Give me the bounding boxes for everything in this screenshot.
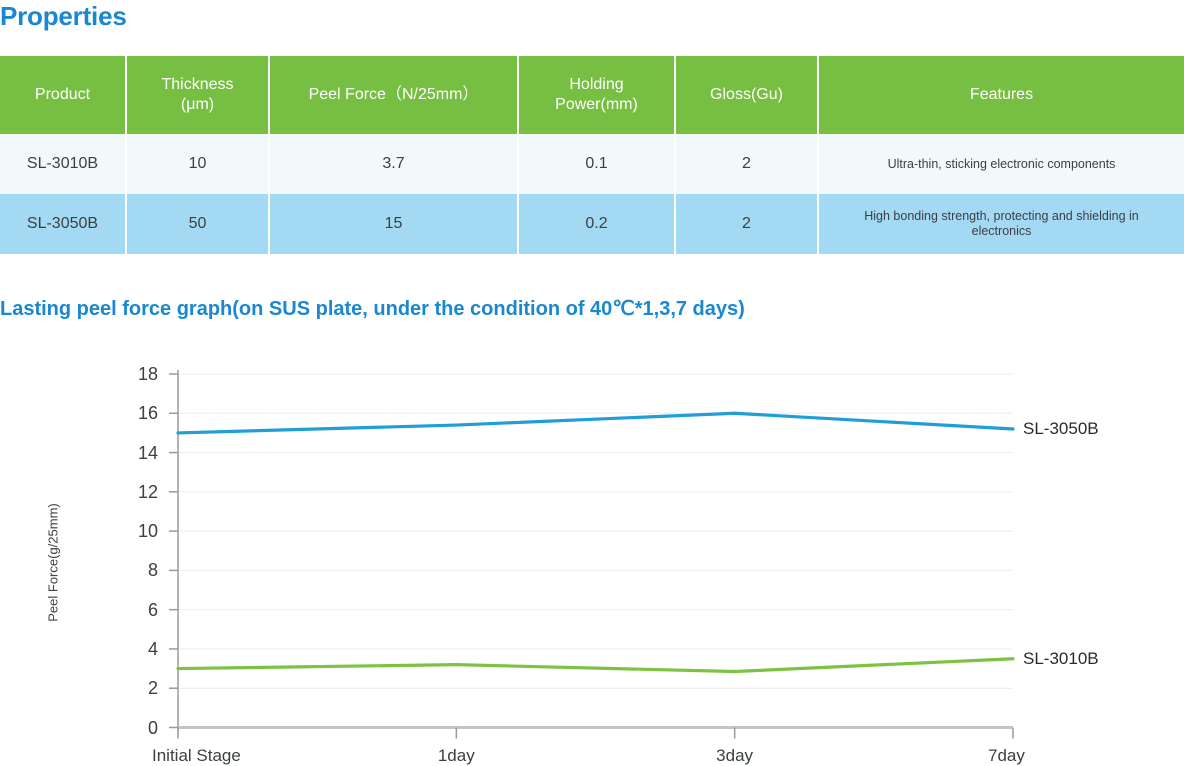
- x-axis-tick-label: 1day: [438, 746, 475, 766]
- cell-features: Ultra-thin, sticking electronic componen…: [818, 134, 1184, 194]
- column-header-thickness-line2: (μm): [181, 96, 214, 113]
- column-header-gloss-line1: Gloss(Gu): [710, 86, 783, 103]
- cell-gloss: 2: [675, 194, 818, 254]
- cell-thickness: 10: [126, 134, 269, 194]
- column-header-product: Product: [0, 56, 126, 134]
- cell-peel-force: 15: [269, 194, 518, 254]
- cell-thickness: 50: [126, 194, 269, 254]
- column-header-thickness-line1: Thickness: [161, 76, 233, 93]
- y-axis-tick-label: 10: [118, 522, 158, 540]
- x-axis-tick-label: Initial Stage: [152, 746, 241, 766]
- y-axis-tick-label: 14: [118, 444, 158, 462]
- column-header-product-line1: Product: [35, 86, 90, 103]
- y-axis-tick-label: 6: [118, 601, 158, 619]
- y-axis-tick-label: 16: [118, 404, 158, 422]
- column-header-holding-power: Holding Power(mm): [518, 56, 675, 134]
- peel-force-chart: Peel Force(g/25mm) 024681012141618 Initi…: [0, 340, 1184, 766]
- cell-holding-power: 0.2: [518, 194, 675, 254]
- chart-title: Lasting peel force graph(on SUS plate, u…: [0, 296, 745, 322]
- column-header-peel-force: Peel Force（N/25mm）: [269, 56, 518, 134]
- cell-features: High bonding strength, protecting and sh…: [818, 194, 1184, 254]
- table-row: SL-3010B 10 3.7 0.1 2 Ultra-thin, sticki…: [0, 134, 1184, 194]
- column-header-gloss: Gloss(Gu): [675, 56, 818, 134]
- y-axis-tick-label: 18: [118, 365, 158, 383]
- series-line: [178, 413, 1013, 433]
- table-row: SL-3050B 50 15 0.2 2 High bonding streng…: [0, 194, 1184, 254]
- properties-table: Product Thickness (μm) Peel Force（N/25mm…: [0, 56, 1184, 254]
- x-axis-ticks: [178, 728, 1013, 739]
- chart-canvas: [0, 340, 1184, 766]
- cell-holding-power: 0.1: [518, 134, 675, 194]
- y-axis-ticks: [169, 374, 178, 728]
- y-axis-tick-label: 0: [118, 719, 158, 737]
- cell-product: SL-3050B: [0, 194, 126, 254]
- table-header-row: Product Thickness (μm) Peel Force（N/25mm…: [0, 56, 1184, 134]
- y-axis-tick-label: 4: [118, 640, 158, 658]
- y-axis-tick-label: 2: [118, 679, 158, 697]
- cell-peel-force: 3.7: [269, 134, 518, 194]
- column-header-peel-force-line1: Peel Force（N/25mm）: [309, 86, 479, 103]
- x-axis-tick-label: 3day: [716, 746, 753, 766]
- y-axis-tick-label: 8: [118, 561, 158, 579]
- series-line: [178, 659, 1013, 672]
- series-label: SL-3010B: [1023, 649, 1099, 669]
- cell-product: SL-3010B: [0, 134, 126, 194]
- y-axis-tick-label: 12: [118, 483, 158, 501]
- column-header-thickness: Thickness (μm): [126, 56, 269, 134]
- column-header-holding-power-line2: Power(mm): [555, 96, 638, 113]
- series-label: SL-3050B: [1023, 419, 1099, 439]
- chart-series: [178, 413, 1013, 671]
- x-axis-tick-label: 7day: [988, 746, 1025, 766]
- page-title: Properties: [0, 0, 127, 32]
- column-header-features-line1: Features: [970, 86, 1033, 103]
- column-header-holding-power-line1: Holding: [569, 76, 623, 93]
- cell-gloss: 2: [675, 134, 818, 194]
- column-header-features: Features: [818, 56, 1184, 134]
